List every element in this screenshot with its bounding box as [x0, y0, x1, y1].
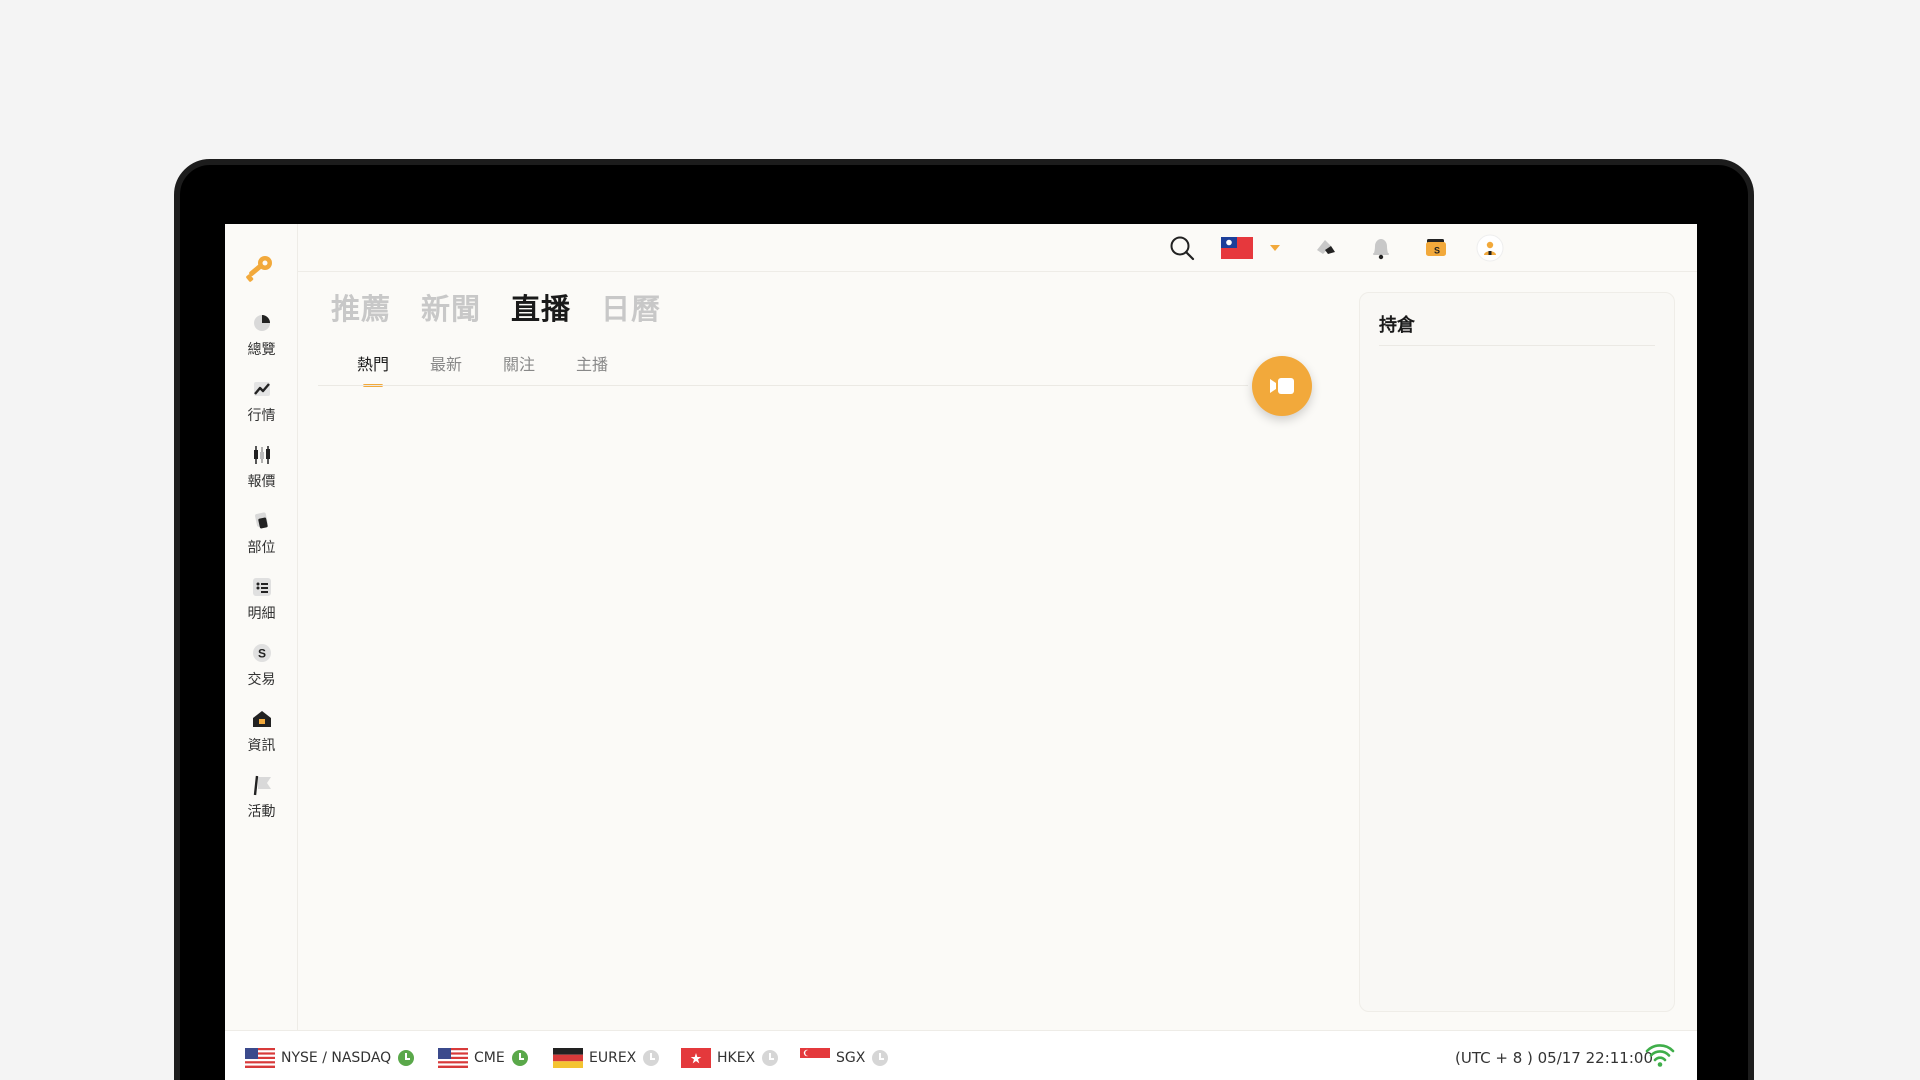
sidebar-item-label: 活動: [247, 804, 276, 820]
tab-calendar[interactable]: 日曆: [601, 286, 661, 328]
clock-icon: [398, 1050, 415, 1066]
current-time: (UTC + 8 ) 05/17 22:11:00: [1455, 1049, 1653, 1067]
key-logo-icon[interactable]: [242, 252, 276, 286]
sidebar-item-label: 交易: [247, 672, 276, 688]
sidebar-item-position[interactable]: 部位: [225, 510, 298, 570]
market-label: CME: [474, 1050, 505, 1066]
market-label: HKEX: [717, 1050, 756, 1066]
clock-icon: [872, 1050, 889, 1066]
sidebar: 總覽 行情 報價 部位 明細 S 交易 資訊 活動: [225, 224, 298, 1030]
sidebar-item-market[interactable]: 行情: [225, 378, 298, 438]
pen-icon[interactable]: [1313, 234, 1339, 262]
language-selector[interactable]: [1221, 234, 1281, 262]
sidebar-item-quote[interactable]: 報價: [225, 444, 298, 504]
us-flag-icon: [438, 1048, 468, 1068]
sidebar-item-label: 報價: [247, 474, 276, 490]
tab-news[interactable]: 新聞: [421, 286, 481, 328]
svg-text:S: S: [257, 647, 265, 661]
user-icon[interactable]: [1475, 234, 1505, 262]
wifi-icon: [1645, 1044, 1675, 1067]
svg-text:S: S: [1434, 246, 1440, 256]
us-flag-icon: [245, 1048, 275, 1068]
sidebar-item-label: 資訊: [247, 738, 276, 754]
hong-kong-flag-icon: [681, 1048, 711, 1068]
position-icon: [254, 512, 268, 529]
main-tabs: 推薦 新聞 直播 日曆: [331, 286, 661, 328]
market-nyse-nasdaq[interactable]: NYSE / NASDAQ: [245, 1048, 415, 1068]
candlestick-icon: [253, 446, 270, 464]
app-screen: 總覽 行情 報價 部位 明細 S 交易 資訊 活動 S 推薦 新聞 直播 日曆 …: [225, 224, 1697, 1080]
market-label: EUREX: [589, 1050, 637, 1066]
sub-tab-hot[interactable]: 熱門: [357, 351, 389, 387]
germany-flag-icon: [553, 1048, 583, 1068]
start-live-button[interactable]: [1252, 356, 1312, 416]
sidebar-item-details[interactable]: 明細: [225, 576, 298, 636]
market-sgx[interactable]: SGX: [800, 1048, 889, 1068]
clock-icon: [762, 1050, 779, 1066]
house-icon: [252, 711, 271, 727]
clock-icon: [511, 1050, 528, 1066]
tab-live[interactable]: 直播: [511, 286, 571, 328]
sidebar-item-label: 部位: [247, 540, 276, 556]
search-icon[interactable]: [1168, 234, 1196, 262]
singapore-flag-icon: [800, 1048, 830, 1068]
panel-title: 持倉: [1379, 315, 1415, 336]
panel-divider: [1379, 345, 1655, 346]
chevron-down-icon: [1270, 245, 1280, 251]
sub-tab-following[interactable]: 關注: [503, 351, 535, 387]
video-camera-icon: [1270, 378, 1294, 394]
taiwan-flag-icon: [1221, 237, 1253, 259]
dollar-coin-icon: S: [252, 644, 271, 662]
market-label: NYSE / NASDAQ: [281, 1050, 392, 1066]
wallet-icon[interactable]: S: [1422, 234, 1450, 262]
holdings-panel: 持倉: [1359, 292, 1675, 1012]
market-hkex[interactable]: HKEX: [681, 1048, 779, 1068]
trend-icon: [253, 382, 270, 396]
list-icon: [252, 578, 271, 596]
bell-icon[interactable]: [1368, 234, 1394, 262]
sidebar-item-label: 明細: [247, 606, 276, 622]
clock-icon: [643, 1050, 660, 1066]
market-status-bar: NYSE / NASDAQ CME EUREX HKEX SGX (UTC + …: [225, 1030, 1697, 1080]
sub-tab-latest[interactable]: 最新: [430, 351, 462, 387]
sidebar-item-info[interactable]: 資訊: [225, 708, 298, 768]
market-eurex[interactable]: EUREX: [553, 1048, 660, 1068]
sub-tabs: 熱門 最新 關注 主播: [357, 351, 608, 387]
sidebar-item-trade[interactable]: S 交易: [225, 642, 298, 702]
sidebar-item-label: 行情: [247, 408, 276, 424]
sidebar-item-label: 總覽: [247, 342, 276, 358]
pie-chart-icon: [253, 315, 270, 331]
sidebar-item-events[interactable]: 活動: [225, 774, 298, 834]
tab-recommend[interactable]: 推薦: [331, 286, 391, 328]
top-bar: S: [298, 224, 1697, 272]
flag-icon: [253, 775, 271, 796]
market-label: SGX: [836, 1050, 866, 1066]
sidebar-item-overview[interactable]: 總覽: [225, 312, 298, 372]
sub-tabs-divider: [318, 385, 1248, 386]
market-cme[interactable]: CME: [438, 1048, 528, 1068]
sub-tab-streamers[interactable]: 主播: [576, 351, 608, 387]
